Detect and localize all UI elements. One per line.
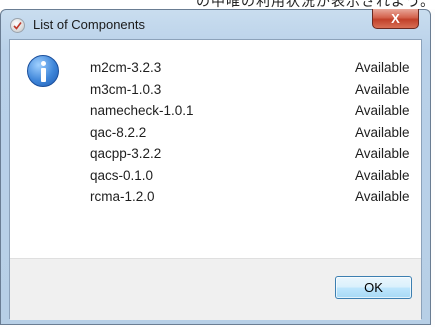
button-footer: OK — [10, 258, 421, 320]
component-status: Available — [355, 189, 410, 204]
close-button[interactable]: X — [372, 9, 419, 29]
component-name: qacs-0.1.0 — [90, 167, 154, 183]
component-status: Available — [355, 81, 410, 97]
ok-button[interactable]: OK — [335, 276, 412, 299]
component-name: namecheck-1.0.1 — [90, 103, 194, 118]
list-item: namecheck-1.0.1 Available — [90, 103, 410, 125]
list-item: m2cm-3.2.3 Available — [90, 60, 410, 82]
check-icon — [10, 18, 25, 33]
component-name: m3cm-1.0.3 — [90, 81, 162, 97]
background-text: の中唯の利用状況が表示されよう。 — [196, 0, 435, 9]
dialog-content: m2cm-3.2.3 Available m3cm-1.0.3 Availabl… — [9, 39, 422, 320]
component-status: Available — [355, 103, 410, 118]
list-item: rcma-1.2.0 Available — [90, 189, 410, 211]
component-status: Available — [355, 60, 410, 75]
list-item: qacs-0.1.0 Available — [90, 168, 410, 190]
component-status: Available — [355, 146, 410, 161]
component-list: m2cm-3.2.3 Available m3cm-1.0.3 Availabl… — [90, 60, 410, 211]
component-name: qac-8.2.2 — [90, 124, 147, 140]
list-item: qac-8.2.2 Available — [90, 125, 410, 147]
info-icon — [27, 55, 59, 87]
component-name: qacpp-3.2.2 — [90, 146, 162, 161]
list-item: qacpp-3.2.2 Available — [90, 146, 410, 168]
list-item: m3cm-1.0.3 Available — [90, 82, 410, 104]
component-status: Available — [355, 167, 410, 183]
window-title: List of Components — [33, 17, 146, 32]
component-name: m2cm-3.2.3 — [90, 60, 162, 75]
dialog-window: List of Components X m2cm-3.2.3 Availabl… — [0, 9, 431, 325]
background-document-text: の中唯の利用状況が表示されよう。 — [0, 0, 435, 9]
component-name: rcma-1.2.0 — [90, 189, 155, 204]
title-bar[interactable]: List of Components X — [1, 9, 430, 40]
component-status: Available — [355, 124, 410, 140]
